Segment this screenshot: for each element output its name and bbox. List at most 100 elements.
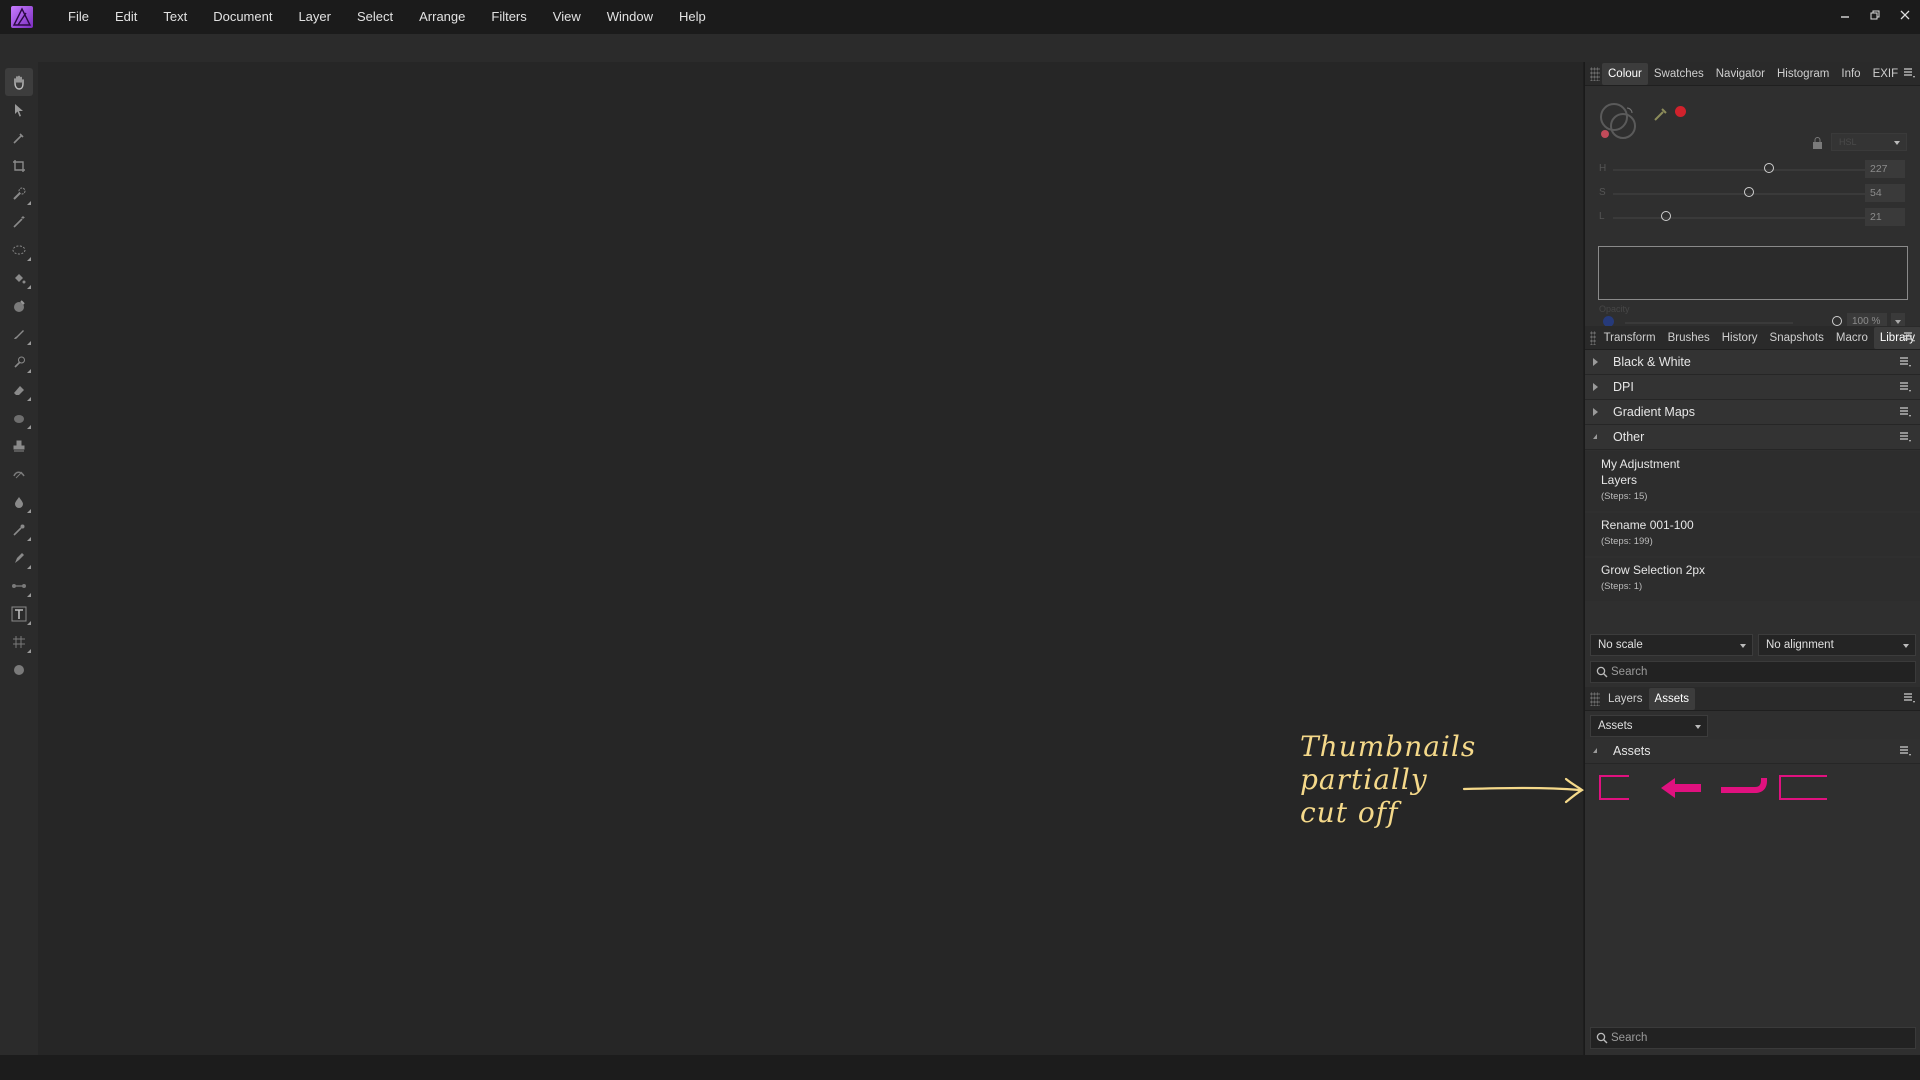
saturation-slider-thumb[interactable] xyxy=(1744,187,1755,197)
colour-wells-icon[interactable] xyxy=(1597,100,1639,142)
hue-value-field[interactable]: 227 xyxy=(1865,160,1905,178)
opacity-slider-track[interactable] xyxy=(1625,322,1793,324)
eyedropper-icon[interactable] xyxy=(1653,106,1669,122)
expand-arrow-icon[interactable] xyxy=(1593,408,1598,416)
close-button[interactable] xyxy=(1890,0,1920,30)
gradient-tool[interactable] xyxy=(5,572,33,600)
macro-item[interactable]: My Adjustment Layers (Steps: 15) xyxy=(1585,451,1920,511)
library-search-input[interactable]: Search xyxy=(1590,661,1916,683)
mesh-warp-tool[interactable] xyxy=(5,628,33,656)
crop-tool[interactable] xyxy=(5,152,33,180)
saturation-slider-track[interactable] xyxy=(1613,193,1865,195)
menu-view[interactable]: View xyxy=(540,0,594,34)
macro-item[interactable]: Grow Selection 2px (Steps: 1) xyxy=(1585,558,1920,601)
panel-grip-icon[interactable] xyxy=(1590,330,1596,345)
scale-dropdown[interactable]: No scale xyxy=(1590,634,1753,656)
pen-tool[interactable] xyxy=(5,544,33,572)
clone-brush-tool[interactable] xyxy=(5,432,33,460)
tab-history[interactable]: History xyxy=(1716,327,1764,349)
library-category-gradient-maps[interactable]: Gradient Maps xyxy=(1585,400,1920,425)
menu-text[interactable]: Text xyxy=(150,0,200,34)
macro-item[interactable]: Rename 001-100 (Steps: 199) xyxy=(1585,513,1920,556)
asset-thumbnail-arrow-left-icon[interactable] xyxy=(1659,776,1703,800)
tab-histogram[interactable]: Histogram xyxy=(1771,63,1835,85)
panel-grip-icon[interactable] xyxy=(1590,66,1600,81)
flood-select-tool[interactable] xyxy=(5,208,33,236)
menu-layer[interactable]: Layer xyxy=(285,0,344,34)
view-tool[interactable] xyxy=(5,68,33,96)
lightness-slider-thumb[interactable] xyxy=(1660,211,1671,221)
menu-window[interactable]: Window xyxy=(594,0,666,34)
marquee-tool[interactable] xyxy=(5,236,33,264)
assets-dropdown[interactable]: Assets xyxy=(1590,715,1708,737)
primary-colour-dot[interactable] xyxy=(1675,106,1686,117)
move-tool[interactable] xyxy=(5,96,33,124)
saturation-value-field[interactable]: 54 xyxy=(1865,184,1905,202)
collapse-arrow-icon[interactable] xyxy=(1593,434,1597,439)
zoom-tool[interactable] xyxy=(5,656,33,684)
hue-slider-track[interactable] xyxy=(1613,169,1865,171)
restore-button[interactable] xyxy=(1860,0,1890,30)
menu-select[interactable]: Select xyxy=(344,0,406,34)
alignment-dropdown[interactable]: No alignment xyxy=(1758,634,1916,656)
lock-icon[interactable] xyxy=(1812,137,1823,150)
lightness-value-field[interactable]: 21 xyxy=(1865,208,1905,226)
tab-assets[interactable]: Assets xyxy=(1648,687,1696,710)
menu-arrange[interactable]: Arrange xyxy=(406,0,478,34)
panel-menu-icon[interactable] xyxy=(1903,692,1915,704)
expand-arrow-icon[interactable] xyxy=(1593,383,1598,391)
library-category-other[interactable]: Other xyxy=(1585,425,1920,450)
assets-search-input[interactable]: Search xyxy=(1590,1027,1916,1049)
colour-model-dropdown[interactable]: HSL xyxy=(1831,133,1907,151)
asset-thumbnail-return-arrow-icon[interactable] xyxy=(1719,776,1769,800)
menu-document[interactable]: Document xyxy=(200,0,285,34)
category-menu-icon[interactable] xyxy=(1899,431,1911,443)
tab-macro[interactable]: Macro xyxy=(1830,327,1874,349)
menu-edit[interactable]: Edit xyxy=(102,0,150,34)
assets-category[interactable]: Assets xyxy=(1585,739,1920,764)
tab-brushes[interactable]: Brushes xyxy=(1662,327,1716,349)
expand-arrow-icon[interactable] xyxy=(1593,358,1598,366)
menu-help[interactable]: Help xyxy=(666,0,719,34)
category-menu-icon[interactable] xyxy=(1899,356,1911,368)
color-picker-tool[interactable] xyxy=(5,124,33,152)
category-menu-icon[interactable] xyxy=(1899,745,1911,757)
affinity-photo-logo-icon xyxy=(11,6,33,28)
hue-slider-thumb[interactable] xyxy=(1764,163,1775,173)
category-menu-icon[interactable] xyxy=(1899,381,1911,393)
tab-exif[interactable]: EXIF xyxy=(1867,63,1905,85)
tab-swatches[interactable]: Swatches xyxy=(1648,63,1710,85)
minimize-button[interactable] xyxy=(1830,0,1860,30)
panel-grip-icon[interactable] xyxy=(1590,691,1600,706)
library-category-black-white[interactable]: Black & White xyxy=(1585,350,1920,375)
menu-filters[interactable]: Filters xyxy=(478,0,539,34)
flood-fill-tool[interactable] xyxy=(5,264,33,292)
opacity-slider-thumb[interactable] xyxy=(1832,316,1842,326)
tab-transform[interactable]: Transform xyxy=(1598,327,1662,349)
library-category-dpi[interactable]: DPI xyxy=(1585,375,1920,400)
collapse-arrow-icon[interactable] xyxy=(1593,748,1597,753)
lightness-slider-track[interactable] xyxy=(1613,217,1865,219)
tab-navigator[interactable]: Navigator xyxy=(1710,63,1771,85)
asset-thumbnail[interactable] xyxy=(1779,775,1827,800)
liquify-tool[interactable] xyxy=(5,516,33,544)
asset-thumbnail[interactable] xyxy=(1599,775,1629,800)
paint-mixer-tool[interactable] xyxy=(5,292,33,320)
document-canvas[interactable] xyxy=(38,62,1583,1055)
erase-brush-tool[interactable] xyxy=(5,376,33,404)
paint-brush-tool[interactable] xyxy=(5,320,33,348)
tab-info[interactable]: Info xyxy=(1835,63,1866,85)
blur-brush-tool[interactable] xyxy=(5,404,33,432)
tab-layers[interactable]: Layers xyxy=(1602,688,1649,710)
tab-snapshots[interactable]: Snapshots xyxy=(1764,327,1830,349)
patch-tool[interactable] xyxy=(5,460,33,488)
category-menu-icon[interactable] xyxy=(1899,406,1911,418)
dodge-tool[interactable] xyxy=(5,348,33,376)
selection-brush-tool[interactable] xyxy=(5,180,33,208)
text-tool[interactable] xyxy=(5,600,33,628)
menu-file[interactable]: File xyxy=(55,0,102,34)
tab-colour[interactable]: Colour xyxy=(1602,62,1648,85)
red-eye-tool[interactable] xyxy=(5,488,33,516)
panel-menu-icon[interactable] xyxy=(1903,331,1915,343)
panel-menu-icon[interactable] xyxy=(1903,67,1915,79)
